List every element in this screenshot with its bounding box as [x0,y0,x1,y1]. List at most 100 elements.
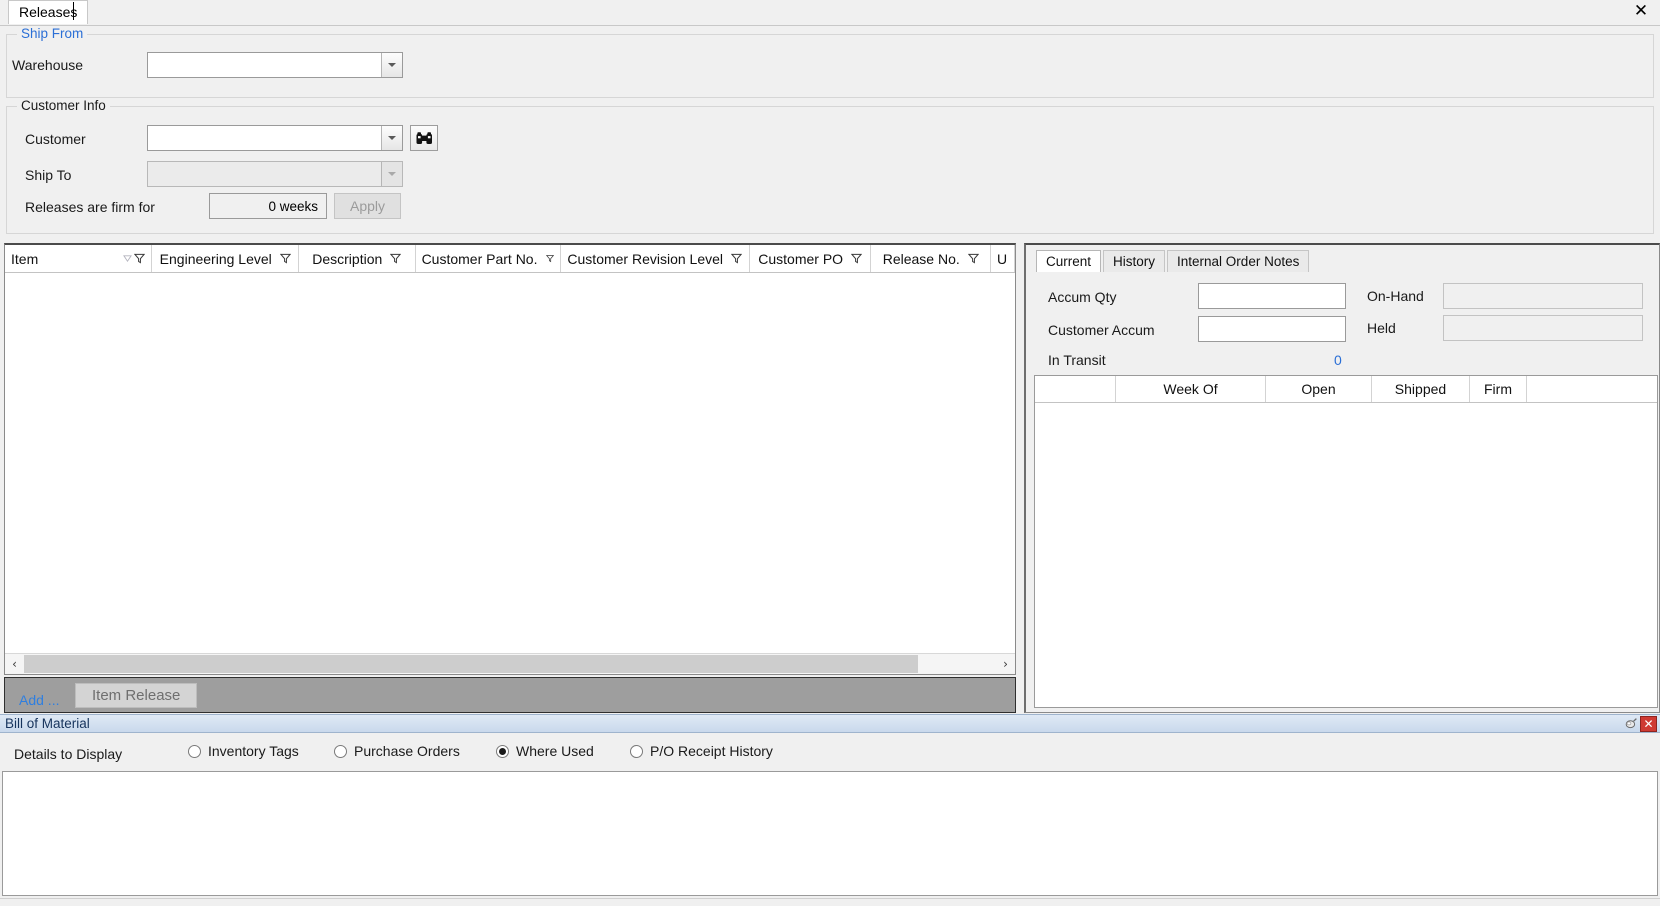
customer-info-group: Customer Info Customer Ship To Releases … [6,98,1654,234]
tab-releases[interactable]: Releases [8,0,89,24]
column-header-description[interactable]: Description [299,245,416,272]
scrollbar-track[interactable] [24,654,996,674]
close-icon[interactable]: ✕ [1640,716,1657,732]
apply-button[interactable]: Apply [334,193,401,219]
radio-button-icon [188,744,201,758]
held-value-field [1443,315,1643,341]
subcolumn-header-blank-left [1035,376,1116,402]
radio-purchase-orders-label: Purchase Orders [354,743,460,759]
binoculars-icon [416,131,432,144]
customer-search-button[interactable] [410,125,438,151]
radio-inventory-tags-label: Inventory Tags [208,743,299,759]
column-header-clipped-label: U [997,250,1008,267]
column-header-customer-po-label: Customer PO [758,250,844,267]
filter-icon[interactable] [390,253,402,264]
tab-strip-divider [0,25,1660,26]
radio-inventory-tags[interactable]: Inventory Tags [188,743,299,759]
column-header-description-label: Description [312,250,383,267]
filter-icon[interactable] [851,253,863,264]
radio-where-used-label: Where Used [516,743,594,759]
details-to-display-label: Details to Display [14,746,123,762]
chevron-down-icon[interactable] [381,162,402,186]
window-bottom-strip [0,898,1660,906]
radio-po-receipt-history-label: P/O Receipt History [650,743,773,759]
tab-internal-order-notes[interactable]: Internal Order Notes [1167,250,1310,272]
filter-icon[interactable] [134,253,146,264]
scrollbar-thumb[interactable] [24,655,919,673]
column-header-item-label: Item [11,250,39,267]
column-header-engineering-level[interactable]: Engineering Level [152,245,299,272]
bill-of-material-results-area[interactable] [2,771,1658,896]
customer-accum-input[interactable] [1198,316,1346,342]
in-transit-label: In Transit [1048,352,1106,368]
customer-accum-label: Customer Accum [1048,322,1155,338]
accum-qty-input[interactable] [1198,283,1346,309]
releases-firm-weeks-input[interactable]: 0 weeks [209,193,327,219]
releases-grid[interactable]: Item Engineering Level Description Custo… [4,243,1016,675]
column-header-clipped[interactable]: U [991,245,1015,272]
radio-purchase-orders[interactable]: Purchase Orders [334,743,460,759]
subcolumn-header-week-of-label: Week Of [1163,381,1218,397]
tab-text-caret [73,2,74,20]
warehouse-combo[interactable] [147,52,403,78]
subcolumn-header-open[interactable]: Open [1266,376,1372,402]
details-to-display-row: Details to Display Inventory Tags Purcha… [0,733,1660,771]
grid-horizontal-scrollbar[interactable]: ‹ › [5,653,1015,674]
subcolumn-header-open-label: Open [1301,381,1336,397]
column-header-customer-revision-level[interactable]: Customer Revision Level [561,245,750,272]
grid-rows-area[interactable] [5,274,1015,652]
filter-icon[interactable] [967,253,979,264]
radio-where-used[interactable]: Where Used [496,743,594,759]
subcolumn-header-firm[interactable]: Firm [1470,376,1527,402]
grid-action-bar: Add ... Item Release [4,677,1016,713]
bill-of-material-title-icons: ✕ [1622,716,1657,732]
warehouse-label: Warehouse [12,57,84,73]
tab-releases-label: Releases [19,4,78,20]
subcolumn-header-shipped[interactable]: Shipped [1372,376,1470,402]
release-schedule-grid[interactable]: Week Of Open Shipped Firm [1034,375,1658,708]
release-detail-panel: Current History Internal Order Notes Acc… [1024,243,1660,713]
column-header-customer-po[interactable]: Customer PO [750,245,872,272]
tab-history[interactable]: History [1103,250,1166,272]
customer-info-legend: Customer Info [17,98,110,113]
releases-firm-label: Releases are firm for [25,199,155,215]
close-icon[interactable]: ✕ [1630,1,1652,21]
pin-icon[interactable] [1622,716,1638,732]
filter-icon[interactable] [279,253,291,264]
chevron-down-icon[interactable] [381,53,402,77]
subcolumn-header-firm-label: Firm [1484,381,1512,397]
ship-to-combo[interactable] [147,161,403,187]
subcolumn-header-blank-right [1527,376,1657,402]
grid-header-row: Item Engineering Level Description Custo… [5,245,1015,273]
bill-of-material-title-bar: Bill of Material ✕ [0,714,1660,733]
radio-button-icon [630,744,643,758]
radio-po-receipt-history[interactable]: P/O Receipt History [630,743,773,759]
column-header-customer-part-no[interactable]: Customer Part No. [416,245,561,272]
on-hand-value-field [1443,283,1643,309]
filter-icon[interactable] [545,253,554,264]
tab-current[interactable]: Current [1036,250,1102,272]
scroll-right-arrow-icon[interactable]: › [996,654,1015,674]
scroll-left-arrow-icon[interactable]: ‹ [5,654,24,674]
ship-to-label: Ship To [25,167,72,183]
subcolumn-header-shipped-label: Shipped [1394,381,1447,397]
apply-button-label: Apply [349,198,386,214]
chevron-down-icon[interactable] [381,126,402,150]
item-release-button[interactable]: Item Release [75,683,198,708]
release-schedule-header-row: Week Of Open Shipped Firm [1035,376,1657,403]
column-header-item[interactable]: Item [5,245,153,272]
releases-firm-weeks-value: 0 weeks [268,198,318,214]
add-link[interactable]: Add ... [19,692,59,708]
subcolumn-header-week-of[interactable]: Week Of [1116,376,1266,402]
accum-qty-label: Accum Qty [1048,289,1117,305]
column-header-engineering-level-label: Engineering Level [159,250,272,267]
column-header-release-no[interactable]: Release No. [871,245,992,272]
filter-icon[interactable] [731,253,743,264]
bill-of-material-panel: Bill of Material ✕ Details to Display In… [0,714,1660,898]
held-label: Held [1367,320,1396,336]
sort-descending-icon [123,255,133,263]
bill-of-material-title: Bill of Material [5,716,90,731]
customer-combo[interactable] [147,125,403,151]
tab-internal-order-notes-label: Internal Order Notes [1177,254,1300,269]
customer-label: Customer [25,131,86,147]
